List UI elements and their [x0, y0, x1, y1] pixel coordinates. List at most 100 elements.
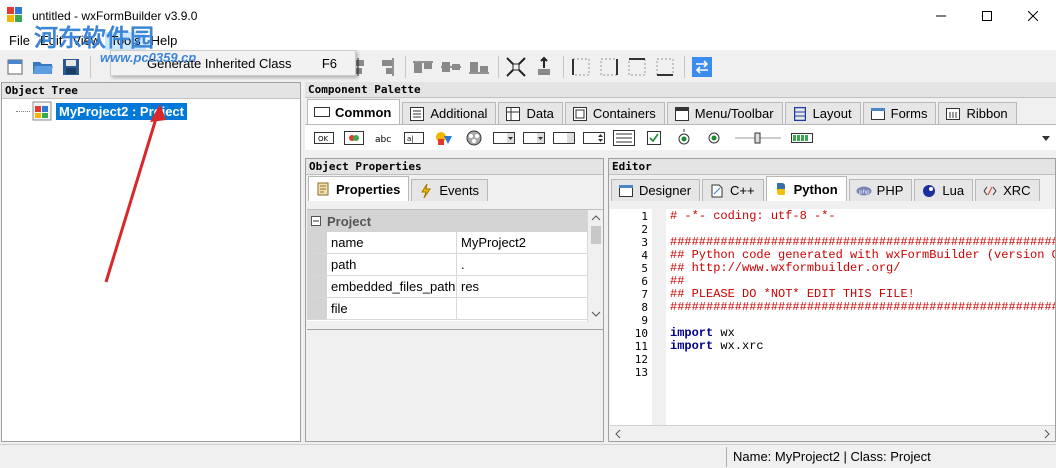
tab-properties[interactable]: Properties: [308, 176, 410, 201]
widget-radio-icon[interactable]: [703, 129, 725, 147]
align-right-button[interactable]: [373, 54, 399, 80]
widget-list-box-icon[interactable]: [553, 129, 575, 147]
project-icon: [32, 101, 52, 121]
object-tree-header: Object Tree: [2, 83, 300, 99]
minimize-button[interactable]: [918, 0, 964, 32]
widget-button-icon[interactable]: OK: [313, 129, 335, 147]
tab-python[interactable]: Python: [765, 176, 847, 201]
menu-file[interactable]: File: [4, 32, 35, 50]
editor-tabs: Designer C++ Python php PHP Lua XRC: [609, 175, 1055, 201]
tab-containers[interactable]: Containers: [564, 102, 665, 124]
widget-checkbox-icon[interactable]: [643, 129, 665, 147]
tab-layout[interactable]: Layout: [784, 102, 861, 124]
tab-ribbon[interactable]: Ribbon: [938, 102, 1017, 124]
widget-gauge-icon[interactable]: [791, 129, 813, 147]
palette-overflow-icon[interactable]: [1042, 130, 1050, 145]
property-value[interactable]: [457, 298, 603, 319]
tab-events[interactable]: Events: [411, 179, 489, 201]
align-bottom-button[interactable]: [466, 54, 492, 80]
widget-spin-ctrl-icon[interactable]: [583, 129, 605, 147]
tab-data[interactable]: Data: [498, 102, 563, 124]
widget-combo-box-icon[interactable]: [493, 129, 515, 147]
code-line: ## http://www.wxformbuilder.org/: [670, 261, 901, 275]
maximize-button[interactable]: [964, 0, 1010, 32]
tab-additional[interactable]: Additional: [402, 102, 497, 124]
align-top-button[interactable]: [410, 54, 436, 80]
tree-root-label[interactable]: MyProject2 : Project: [56, 102, 187, 120]
toolbar-separator: [405, 56, 406, 78]
svg-text:OK: OK: [318, 135, 329, 143]
property-name: embedded_files_path: [327, 276, 457, 297]
widget-animation-icon[interactable]: [463, 129, 485, 147]
line-number: 8: [641, 301, 648, 314]
property-value[interactable]: res: [457, 276, 603, 297]
code-editor[interactable]: 1 2 3 4 5 6 7 8 9 10 11 12 13 # -*- coding: utf-8 -*…: [610, 209, 1055, 425]
property-grid: Project name MyProject2 path. embedded_fi…: [307, 209, 603, 322]
collapse-icon: [311, 216, 321, 226]
border-right-button[interactable]: [596, 54, 622, 80]
close-button[interactable]: [1010, 0, 1056, 32]
expand-button[interactable]: [503, 54, 529, 80]
stretch-button[interactable]: [531, 54, 557, 80]
line-number: 5: [641, 262, 648, 275]
object-properties-panel: Object Properties Properties Events Proj…: [305, 158, 604, 442]
widget-bitmap-button-icon[interactable]: [343, 129, 365, 147]
widget-bitmap-icon[interactable]: [433, 129, 455, 147]
editor-horizontal-scrollbar[interactable]: [610, 425, 1055, 441]
property-name: file: [327, 298, 457, 319]
widget-text-ctrl-icon[interactable]: a|: [403, 129, 425, 147]
save-project-button[interactable]: [58, 54, 84, 80]
widget-list-ctrl-icon[interactable]: [613, 129, 635, 147]
align-middle-button[interactable]: [438, 54, 464, 80]
folder-icon: [33, 62, 53, 74]
tab-designer[interactable]: Designer: [611, 179, 701, 201]
tab-common[interactable]: Common: [307, 99, 401, 124]
property-value[interactable]: MyProject2: [457, 232, 603, 253]
border-bottom-button[interactable]: [652, 54, 678, 80]
properties-tabs: Properties Events: [306, 175, 603, 201]
property-value[interactable]: .: [457, 254, 603, 275]
property-scrollbar[interactable]: [587, 210, 603, 322]
palette-widgets: OK abc a|: [305, 124, 1056, 150]
additional-icon: [409, 106, 425, 121]
open-project-button[interactable]: [30, 54, 56, 80]
widget-static-text-icon[interactable]: abc: [373, 129, 395, 147]
tab-xrc[interactable]: XRC: [975, 179, 1040, 201]
property-row[interactable]: embedded_files_path res: [307, 276, 603, 298]
lua-icon: [921, 184, 937, 198]
code-line: # -*- coding: utf-8 -*-: [670, 209, 836, 223]
menu-bar: File Edit View Tools Help: [0, 32, 1056, 50]
border-left-button[interactable]: [568, 54, 594, 80]
stretch-icon: [538, 56, 550, 75]
tab-php[interactable]: php PHP: [848, 179, 913, 201]
property-category[interactable]: Project: [307, 210, 603, 232]
new-project-button[interactable]: [2, 54, 28, 80]
border-top-button[interactable]: [624, 54, 650, 80]
tree-root-row[interactable]: MyProject2 : Project: [16, 101, 187, 121]
data-icon: [505, 106, 521, 121]
property-row[interactable]: path.: [307, 254, 603, 276]
align-top-icon: [413, 61, 433, 73]
watermark-text: 河东软件园: [34, 25, 154, 52]
property-row[interactable]: file: [307, 298, 603, 320]
widget-choice-icon[interactable]: [523, 129, 545, 147]
component-palette-header: Component Palette: [305, 82, 1056, 98]
save-icon: [63, 59, 79, 75]
widget-radio-button-icon[interactable]: [673, 128, 695, 147]
line-number: 9: [641, 314, 648, 327]
python-icon: [773, 182, 789, 196]
property-row[interactable]: name MyProject2: [307, 232, 603, 254]
tab-lua[interactable]: Lua: [914, 179, 974, 201]
tab-menu-toolbar[interactable]: Menu/Toolbar: [666, 102, 783, 124]
xrc-icon: [982, 184, 998, 198]
swap-icon: [692, 57, 712, 77]
tab-cpp[interactable]: C++: [702, 179, 764, 201]
swap-button[interactable]: [689, 54, 715, 80]
title-bar: untitled - wxFormBuilder v3.9.0: [0, 0, 1056, 32]
widget-slider-icon[interactable]: [733, 129, 783, 147]
code-text: # -*- coding: utf-8 -*- #################…: [670, 210, 1055, 379]
align-right-icon: [382, 58, 394, 76]
close-icon: [1028, 11, 1038, 21]
line-number: 11: [634, 340, 648, 353]
tab-forms[interactable]: Forms: [862, 102, 937, 124]
